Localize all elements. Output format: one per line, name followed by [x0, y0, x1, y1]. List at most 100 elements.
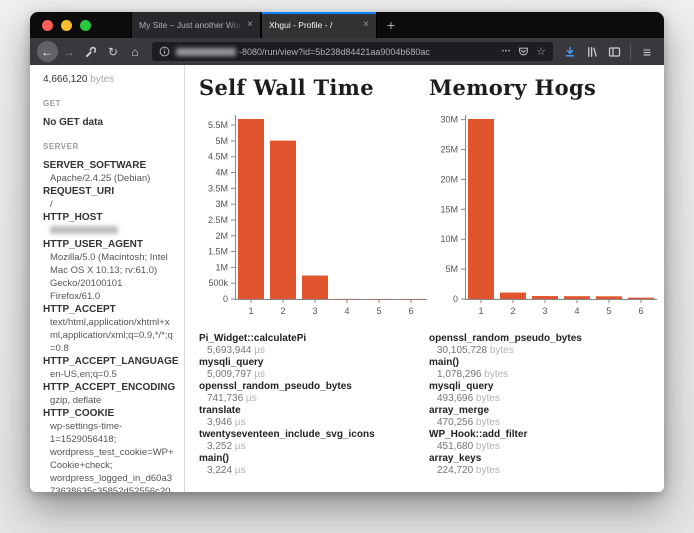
browser-window: My Site – Just another WordPress s × Xhg… — [30, 12, 664, 492]
chart-bar[interactable] — [302, 276, 328, 299]
x-tick-label: 4 — [574, 306, 579, 316]
memory-hogs-column: Memory Hogs 05M10M15M20M25M30M123456 ope… — [429, 75, 659, 492]
function-value-row: 493,696 bytes — [429, 393, 659, 405]
x-tick-label: 5 — [606, 306, 611, 316]
y-tick-label: 20M — [440, 174, 458, 184]
function-name-link[interactable]: openssl_random_pseudo_bytes — [199, 381, 429, 393]
server-value: en-US,en;q=0.5 — [43, 368, 174, 381]
section-header: SERVER — [43, 140, 174, 153]
y-tick-label: 15M — [440, 204, 458, 214]
chart-bar[interactable] — [238, 119, 264, 299]
function-value: 470,256 — [437, 417, 473, 428]
server-key: HTTP_ACCEPT — [43, 303, 174, 316]
function-value-row: 470,256 bytes — [429, 417, 659, 429]
server-key: HTTP_HOST — [43, 211, 174, 224]
site-info-icon[interactable] — [159, 46, 170, 57]
window-close-button[interactable] — [42, 20, 53, 31]
bytes-summary: 4,666,120 bytes — [43, 73, 174, 86]
chart-bar[interactable] — [564, 296, 590, 299]
y-tick-label: 1.5M — [208, 247, 228, 257]
function-value: 1,078,296 — [437, 369, 482, 380]
self-wall-time-bar-chart: 0500k1M1.5M2M2.5M3M3.5M4M4.5M5M5.5M12345… — [199, 109, 431, 323]
chart-bar[interactable] — [468, 119, 494, 299]
pocket-icon[interactable] — [518, 46, 529, 57]
server-value: Mozilla/5.0 (Macintosh; Intel Mac OS X 1… — [43, 251, 174, 303]
bookmark-star-icon[interactable]: ☆ — [536, 45, 546, 58]
bytes-unit: bytes — [90, 74, 114, 85]
memory-hogs-function-list: openssl_random_pseudo_bytes30,105,728 by… — [429, 333, 659, 477]
function-name-link[interactable]: translate — [199, 405, 429, 417]
chart-bar[interactable] — [596, 296, 622, 299]
function-value-row: 741,736 µs — [199, 393, 429, 405]
window-controls — [30, 12, 103, 38]
function-value-unit: µs — [232, 441, 246, 452]
function-name-link[interactable]: mysqli_query — [199, 357, 429, 369]
x-tick-label: 3 — [542, 306, 547, 316]
wrench-icon[interactable] — [80, 41, 102, 63]
function-name-link[interactable]: openssl_random_pseudo_bytes — [429, 333, 659, 345]
y-tick-label: 4M — [215, 168, 228, 178]
back-arrow-icon: ← — [37, 41, 58, 62]
function-value-unit: bytes — [473, 465, 500, 476]
function-name-link[interactable]: Pi_Widget::calculatePi — [199, 333, 429, 345]
forward-button[interactable]: → — [58, 41, 80, 63]
function-value-unit: µs — [243, 393, 257, 404]
url-text: -8080/run/view?id=5b238d84421aa9004b680a… — [239, 47, 495, 57]
function-value-row: 3,252 µs — [199, 441, 429, 453]
server-value-redacted — [43, 224, 174, 238]
function-value-unit: bytes — [487, 345, 514, 356]
tab-bar: My Site – Just another WordPress s × Xhg… — [30, 12, 664, 38]
tab-xhgui-profile[interactable]: Xhgui - Profile - / × — [261, 12, 377, 38]
chart-bar[interactable] — [270, 141, 296, 299]
tab-title: My Site – Just another WordPress s — [139, 20, 242, 30]
page-actions-icon[interactable]: ••• — [502, 49, 511, 55]
function-name-link[interactable]: array_merge — [429, 405, 659, 417]
tab-close-icon[interactable]: × — [247, 20, 253, 30]
y-tick-label: 10M — [440, 234, 458, 244]
function-name-link[interactable]: array_keys — [429, 453, 659, 465]
function-value: 224,720 — [437, 465, 473, 476]
x-tick-label: 2 — [510, 306, 515, 316]
function-value-row: 5,693,944 µs — [199, 345, 429, 357]
back-button[interactable]: ← — [36, 41, 58, 63]
function-name-link[interactable]: main() — [429, 357, 659, 369]
window-minimize-button[interactable] — [61, 20, 72, 31]
function-value-unit: µs — [232, 465, 246, 476]
y-tick-label: 0 — [223, 294, 228, 304]
function-value: 5,009,797 — [207, 369, 252, 380]
refresh-button[interactable]: ↻ — [102, 41, 124, 63]
home-button[interactable]: ⌂ — [124, 41, 146, 63]
y-tick-label: 0 — [453, 294, 458, 304]
chart-bar[interactable] — [628, 298, 654, 299]
sidebar-toggle-icon[interactable] — [603, 41, 625, 63]
y-tick-label: 25M — [440, 145, 458, 155]
server-value: / — [43, 198, 174, 211]
function-name-link[interactable]: twentyseventeen_include_svg_icons — [199, 429, 429, 441]
function-name-link[interactable]: main() — [199, 453, 429, 465]
function-value: 3,252 — [207, 441, 232, 452]
request-info-sidebar: 4,666,120 bytes GETNo GET dataSERVERSERV… — [30, 65, 185, 492]
bytes-value: 4,666,120 — [43, 74, 88, 85]
tab-close-icon[interactable]: × — [363, 20, 369, 30]
section-header: GET — [43, 97, 174, 110]
sidebar-text: No GET data — [43, 116, 174, 129]
window-zoom-button[interactable] — [80, 20, 91, 31]
function-value-unit: bytes — [473, 441, 500, 452]
new-tab-button[interactable]: + — [377, 12, 405, 38]
tab-title: Xhgui - Profile - / — [269, 20, 358, 30]
address-bar[interactable]: -8080/run/view?id=5b238d84421aa9004b680a… — [152, 42, 553, 61]
function-value: 451,680 — [437, 441, 473, 452]
function-value-row: 224,720 bytes — [429, 465, 659, 477]
y-tick-label: 30M — [440, 115, 458, 125]
chart-bar[interactable] — [500, 293, 526, 299]
download-icon[interactable] — [559, 41, 581, 63]
function-value-row: 3,224 µs — [199, 465, 429, 477]
library-icon[interactable] — [581, 41, 603, 63]
function-value-row: 451,680 bytes — [429, 441, 659, 453]
function-name-link[interactable]: mysqli_query — [429, 381, 659, 393]
tab-my-site[interactable]: My Site – Just another WordPress s × — [131, 12, 261, 38]
function-name-link[interactable]: WP_Hook::add_filter — [429, 429, 659, 441]
redacted-host — [176, 48, 236, 56]
menu-button[interactable]: ≡ — [636, 41, 658, 63]
chart-bar[interactable] — [532, 296, 558, 299]
